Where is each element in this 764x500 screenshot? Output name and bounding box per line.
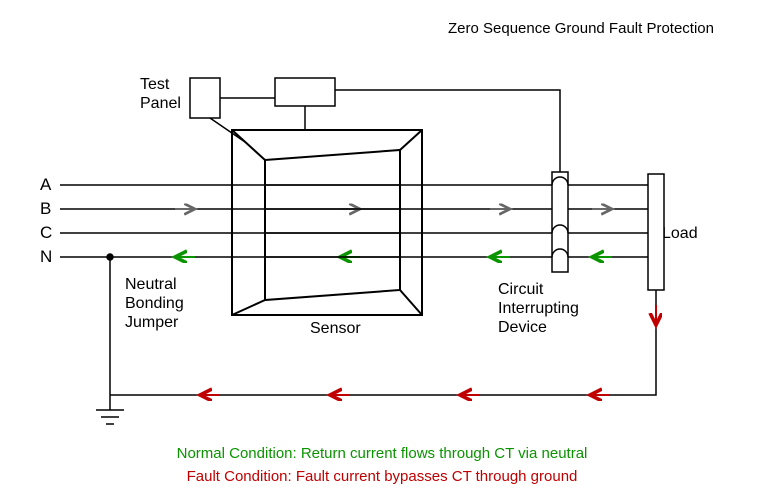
load-box — [648, 174, 664, 290]
test-panel-box — [190, 78, 220, 118]
sensor-ct — [232, 130, 422, 315]
relay-box — [275, 78, 335, 106]
neutral-bond — [96, 254, 124, 424]
fault-arrows — [200, 305, 656, 395]
interrupter — [552, 172, 568, 272]
diagram-svg — [0, 0, 764, 500]
